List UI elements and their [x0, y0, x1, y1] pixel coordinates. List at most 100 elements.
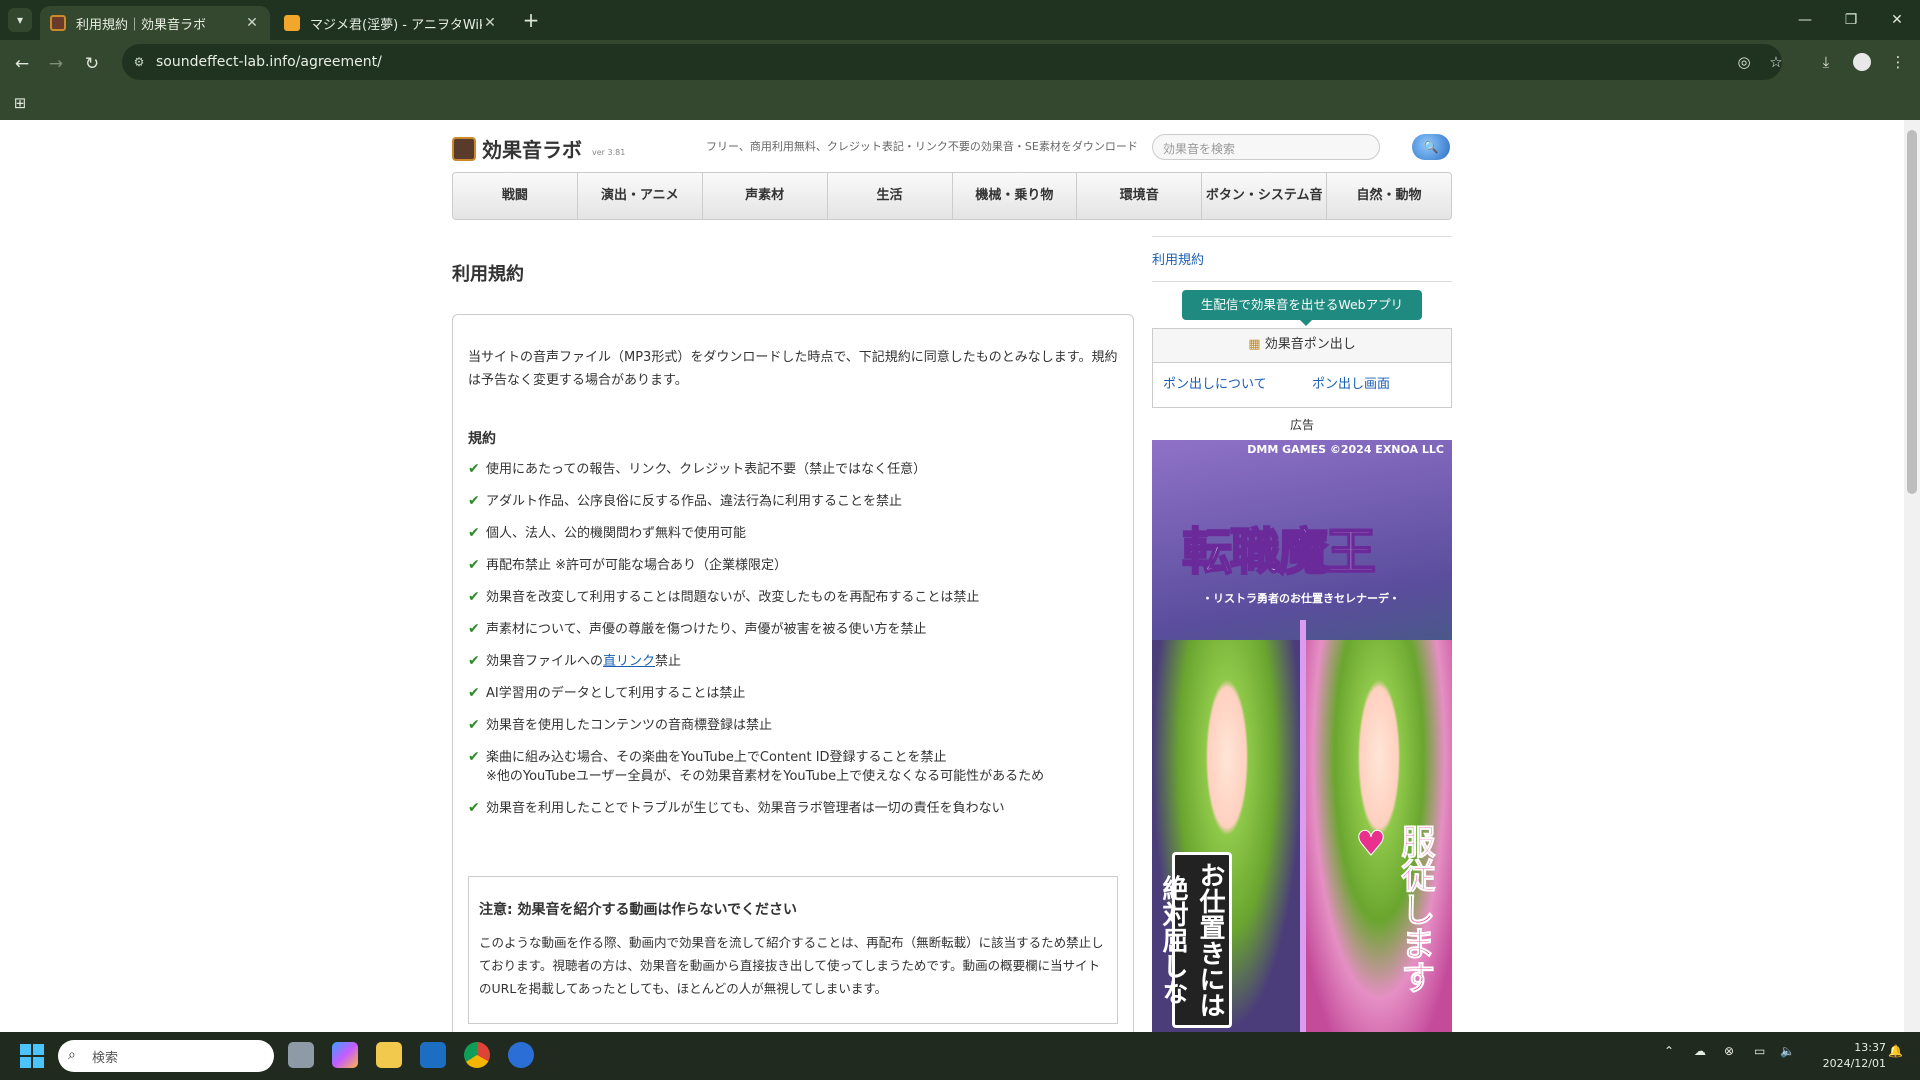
file-explorer-icon[interactable] [376, 1042, 402, 1068]
list-item: ✔ 効果音ファイルへの直リンク禁止 [468, 653, 682, 669]
nav-item-battle[interactable]: 戦闘 [453, 173, 578, 219]
sidebar-breadcrumb[interactable]: 利用規約 [1152, 236, 1452, 282]
note-body: このような動画を作る際、動画内で効果音を流して紹介することは、再配布（無断転載）… [479, 935, 1104, 996]
logo-text: 効果音ラボ [482, 138, 582, 162]
task-view-icon[interactable] [288, 1042, 314, 1068]
direct-link[interactable]: 直リンク [603, 654, 655, 669]
intro-text: 当サイトの音声ファイル（MP3形式）をダウンロードした時点で、下記規約に同意した… [468, 350, 1118, 388]
forward-button[interactable]: → [44, 52, 68, 76]
nav-item-ambient[interactable]: 環境音 [1077, 173, 1203, 219]
check-icon: ✔ [468, 493, 480, 509]
start-button[interactable] [20, 1044, 44, 1068]
webapp-button[interactable]: 生配信で効果音を出せるWebアプリ [1182, 290, 1422, 320]
check-icon: ✔ [468, 589, 480, 605]
list-item: ✔ 使用にあたっての報告、リンク、クレジット表記不要（禁止ではなく任意） [468, 461, 927, 477]
status-x-icon[interactable]: ⊗ [1724, 1044, 1734, 1058]
rules-list: ✔ 使用にあたっての報告、リンク、クレジット表記不要（禁止ではなく任意） ✔ アダル… [468, 460, 1118, 831]
tab-title: 利用規約｜効果音ラボ [76, 17, 207, 33]
tray-chevron-icon[interactable]: ⌃ [1664, 1044, 1674, 1058]
nav-item-voice[interactable]: 声素材 [703, 173, 828, 219]
list-item: ✔ 再配布禁止 ※許可が可能な場合あり（企業様限定） [468, 557, 788, 573]
check-icon: ✔ [468, 461, 480, 477]
check-icon: ✔ [468, 525, 480, 541]
tab-wiki[interactable]: マジメ君(淫夢) - アニヲタWiki(仮) ✕ [274, 6, 508, 40]
list-item: ✔ 効果音を改変して利用することは問題ないが、改変したものを再配布することは禁止 [468, 589, 980, 605]
apps-grid-icon[interactable]: ⊞ [8, 91, 32, 115]
outlook-icon[interactable] [420, 1042, 446, 1068]
profile-avatar[interactable] [1850, 50, 1874, 74]
wiki-favicon-icon [284, 15, 300, 31]
ad-banner[interactable]: DMM GAMES ©2024 EXNOA LLC 転職魔王 ・リストラ勇者のお… [1152, 440, 1452, 1032]
new-tab-button[interactable]: + [518, 8, 544, 34]
nav-item-nature-animal[interactable]: 自然・動物 [1327, 173, 1451, 219]
eye-off-icon[interactable]: ◎ [1732, 50, 1756, 74]
note-title: 注意: 効果音を紹介する動画は作らないでください [479, 902, 798, 918]
back-button[interactable]: ← [10, 52, 34, 76]
web-page: 効果音ラボ ver 3.81 フリー、商用利用無料、クレジット表記・リンク不要の… [0, 120, 1904, 1032]
search-icon: ⌕ [68, 1047, 76, 1063]
list-item: ✔ 効果音を利用したことでトラブルが生じても、効果音ラボ管理者は一切の責任を負わな… [468, 800, 1005, 816]
webapp-arrow [1300, 320, 1312, 326]
copilot-icon[interactable] [332, 1042, 358, 1068]
ad-right-caption: 服従します♥ [1351, 824, 1436, 995]
close-window-button[interactable]: ✕ [1874, 0, 1920, 40]
ad-divider [1300, 620, 1306, 1032]
tab-search-icon[interactable]: ▾ [8, 8, 32, 32]
site-tagline: フリー、商用利用無料、クレジット表記・リンク不要の効果音・SE素材をダウンロード [706, 140, 1138, 153]
page-title: 利用規約 [452, 264, 524, 285]
chrome-icon[interactable] [464, 1042, 490, 1068]
restore-button[interactable]: ❐ [1828, 0, 1874, 40]
logo-icon [452, 136, 476, 161]
taskbar-search[interactable]: 検索 [58, 1040, 274, 1072]
grid-icon: ▦ [1248, 337, 1261, 352]
search-globe-icon[interactable]: 🔍 [1412, 134, 1450, 160]
bookmarks-bar [0, 86, 1920, 120]
maps-icon[interactable] [508, 1042, 534, 1068]
reload-button[interactable]: ↻ [80, 52, 104, 76]
pon-about-link[interactable]: ポン出しについて [1153, 373, 1302, 392]
site-info-icon[interactable]: ⚙ [130, 53, 148, 71]
download-icon[interactable]: ⤓ [1814, 50, 1838, 74]
pon-screen-link[interactable]: ポン出し画面 [1302, 373, 1451, 392]
ad-brand: DMM GAMES ©2024 EXNOA LLC [1247, 443, 1444, 456]
ad-left-caption: お仕置きには絶対屈しない！ [1158, 852, 1232, 1028]
scrollbar-thumb[interactable] [1907, 130, 1917, 494]
check-icon: ✔ [468, 653, 480, 669]
list-item: ✔ 効果音を使用したコンテンツの音商標登録は禁止 [468, 717, 773, 733]
notification-bell-icon[interactable]: 🔔 [1888, 1044, 1903, 1058]
nav-item-life[interactable]: 生活 [828, 173, 953, 219]
nav-item-effects-anime[interactable]: 演出・アニメ [578, 173, 703, 219]
address-bar[interactable]: soundeffect-lab.info/agreement/ [122, 44, 1782, 80]
ad-subtitle: ・リストラ勇者のお仕置きセレナーデ・ [1202, 592, 1400, 605]
tab-agreement[interactable]: 利用規約｜効果音ラボ ✕ [40, 6, 270, 40]
list-item: ✔ 個人、法人、公的機関問わず無料で使用可能 [468, 525, 747, 541]
version-label: ver 3.81 [592, 148, 626, 157]
onedrive-icon[interactable]: ☁ [1694, 1044, 1706, 1058]
check-icon: ✔ [468, 685, 480, 701]
list-item: ✔ 楽曲に組み込む場合、その楽曲をYouTube上でContent ID登録するこ… [468, 749, 1045, 784]
nav-item-button-system[interactable]: ボタン・システム音 [1202, 173, 1328, 219]
check-icon: ✔ [468, 621, 480, 637]
site-logo[interactable]: 効果音ラボ ver 3.81 [452, 134, 625, 163]
minimize-button[interactable]: — [1782, 0, 1828, 40]
check-icon: ✔ [468, 717, 480, 733]
ad-label: 広告 [1289, 418, 1314, 432]
url-text: soundeffect-lab.info/agreement/ [156, 54, 382, 70]
check-icon: ✔ [468, 749, 480, 765]
rules-heading: 規約 [468, 431, 496, 447]
site-search-input[interactable]: 効果音を検索 [1152, 134, 1380, 160]
list-item: ✔ アダルト作品、公序良俗に反する作品、違法行為に利用することを禁止 [468, 493, 903, 509]
close-tab-icon[interactable]: ✕ [244, 15, 260, 31]
nav-item-machine-vehicle[interactable]: 機械・乗り物 [953, 173, 1078, 219]
menu-kebab-icon[interactable]: ⋮ [1886, 50, 1910, 74]
close-tab-icon[interactable]: ✕ [482, 15, 498, 31]
global-nav: 戦闘 演出・アニメ 声素材 生活 機械・乗り物 環境音 ボタン・システム音 自然… [452, 172, 1452, 220]
list-item: ✔ 声素材について、声優の尊厳を傷つけたり、声優が被害を被る使い方を禁止 [468, 621, 927, 637]
pon-header: ▦ 効果音ポン出し [1153, 329, 1451, 363]
bookmark-star-icon[interactable]: ☆ [1764, 50, 1788, 74]
network-icon[interactable]: ▭ [1754, 1044, 1765, 1058]
volume-icon[interactable]: 🔈 [1780, 1044, 1795, 1058]
list-item: ✔ AI学習用のデータとして利用することは禁止 [468, 685, 746, 701]
taskbar-clock[interactable]: 13:37 2024/12/01 [1806, 1040, 1886, 1072]
pon-links: ポン出しについて ポン出し画面 [1153, 363, 1451, 392]
